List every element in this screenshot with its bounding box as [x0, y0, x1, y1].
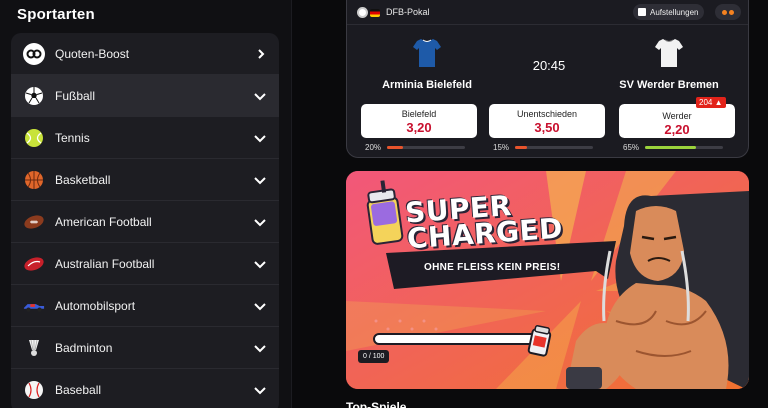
sidebar-item-australian-football[interactable]: Australian Football	[11, 243, 279, 285]
promo-subtitle: OHNE FLEISS KEIN PREIS!	[424, 262, 561, 273]
sidebar-title: Sportarten	[17, 6, 95, 23]
odds-button-away[interactable]: Werder 2,20	[617, 102, 737, 140]
promo-progress-label: 0 / 100	[358, 350, 390, 363]
home-team-name: Arminia Bielefeld	[382, 79, 472, 91]
sidebar-item-label: Tennis	[55, 130, 90, 145]
chevron-down-icon	[254, 260, 266, 268]
promo-banner[interactable]: SUPER CHARGED OHNE FLEISS KEIN PREIS! 0 …	[346, 171, 749, 389]
sidebar-item-label: Quoten-Boost	[55, 46, 130, 61]
sidebar-item-tennis[interactable]: Tennis	[11, 117, 279, 159]
shuttlecock-icon	[23, 337, 45, 359]
sports-sidebar: Sportarten Quoten-Boost Fußball Tennis B…	[0, 0, 292, 408]
sidebar-item-fussball[interactable]: Fußball	[11, 75, 279, 117]
basketball-icon	[23, 169, 45, 191]
germany-flag-icon	[370, 9, 380, 17]
lineups-label: Aufstellungen	[650, 7, 699, 17]
boost-icon	[23, 42, 45, 65]
odds-bar-home	[387, 146, 465, 149]
home-jersey-icon	[413, 39, 441, 67]
kickoff-time: 20:45	[532, 58, 566, 73]
more-options-button[interactable]	[715, 4, 741, 20]
away-team: SV Werder Bremen	[609, 38, 729, 91]
sidebar-item-label: Australian Football	[55, 256, 155, 271]
odds-value: 2,20	[664, 122, 690, 137]
odds-button-draw[interactable]: Unentschieden 3,50	[489, 104, 605, 138]
sidebar-item-label: Fußball	[55, 88, 96, 103]
sport-list: Quoten-Boost Fußball Tennis Basketball A…	[11, 33, 279, 408]
odds-label: Unentschieden	[516, 109, 578, 119]
chevron-down-icon	[254, 302, 266, 310]
chevron-down-icon	[254, 218, 266, 226]
baseball-icon	[23, 379, 45, 401]
odds-button-home[interactable]: Bielefeld 3,20	[361, 104, 477, 138]
sidebar-item-quoten-boost[interactable]: Quoten-Boost	[11, 33, 279, 75]
tennis-ball-icon	[23, 127, 45, 149]
sidebar-item-label: Automobilsport	[55, 298, 136, 313]
odds-percent-away: 65%	[623, 143, 640, 152]
sidebar-item-basketball[interactable]: Basketball	[11, 159, 279, 201]
promo-title: SUPER CHARGED	[404, 189, 564, 256]
odds-bar-fill	[515, 146, 527, 149]
australian-football-icon	[23, 253, 45, 275]
chevron-down-icon	[254, 176, 266, 184]
odds-percent-draw: 15%	[493, 143, 510, 152]
sidebar-item-label: American Football	[55, 214, 152, 229]
sidebar-item-label: Basketball	[55, 172, 111, 187]
odds-value: 3,20	[406, 120, 432, 135]
league-name: DFB-Pokal	[386, 7, 430, 17]
odds-label: Bielefeld	[401, 109, 437, 119]
away-jersey-icon	[655, 39, 683, 67]
bet-count-badge: 204 ▲	[696, 97, 726, 108]
sidebar-item-label: Badminton	[55, 340, 113, 355]
section-heading: Top-Spiele	[346, 400, 407, 408]
odds-bar-draw	[515, 146, 593, 149]
sidebar-item-automobilsport[interactable]: Automobilsport	[11, 285, 279, 327]
american-football-icon	[23, 211, 45, 233]
soccer-ball-icon	[23, 85, 45, 107]
sidebar-item-baseball[interactable]: Baseball	[11, 369, 279, 408]
odds-bar-fill	[387, 146, 403, 149]
chevron-down-icon	[254, 92, 266, 100]
odds-value: 3,50	[534, 120, 560, 135]
match-card[interactable]: DFB-Pokal Aufstellungen Arminia Bielefel…	[346, 0, 749, 158]
odds-percent-home: 20%	[365, 143, 382, 152]
odds-bar-fill	[645, 146, 696, 149]
sidebar-item-badminton[interactable]: Badminton	[11, 327, 279, 369]
dot-icon	[722, 9, 727, 15]
chevron-down-icon	[254, 386, 266, 394]
sidebar-item-label: Baseball	[55, 382, 102, 397]
jersey-icon	[638, 8, 646, 16]
odds-label: Werder	[662, 111, 692, 121]
away-team-name: SV Werder Bremen	[619, 79, 719, 91]
soccer-ball-icon	[357, 7, 368, 18]
match-header: DFB-Pokal Aufstellungen	[347, 0, 748, 25]
dot-icon	[729, 9, 734, 15]
chevron-down-icon	[254, 344, 266, 352]
sidebar-item-american-football[interactable]: American Football	[11, 201, 279, 243]
lineups-button[interactable]: Aufstellungen	[633, 4, 705, 20]
home-team: Arminia Bielefeld	[367, 38, 487, 91]
chevron-right-icon	[258, 48, 265, 59]
race-car-icon	[23, 295, 45, 317]
odds-bar-away	[645, 146, 723, 149]
chevron-down-icon	[254, 134, 266, 142]
column-divider	[291, 0, 292, 408]
